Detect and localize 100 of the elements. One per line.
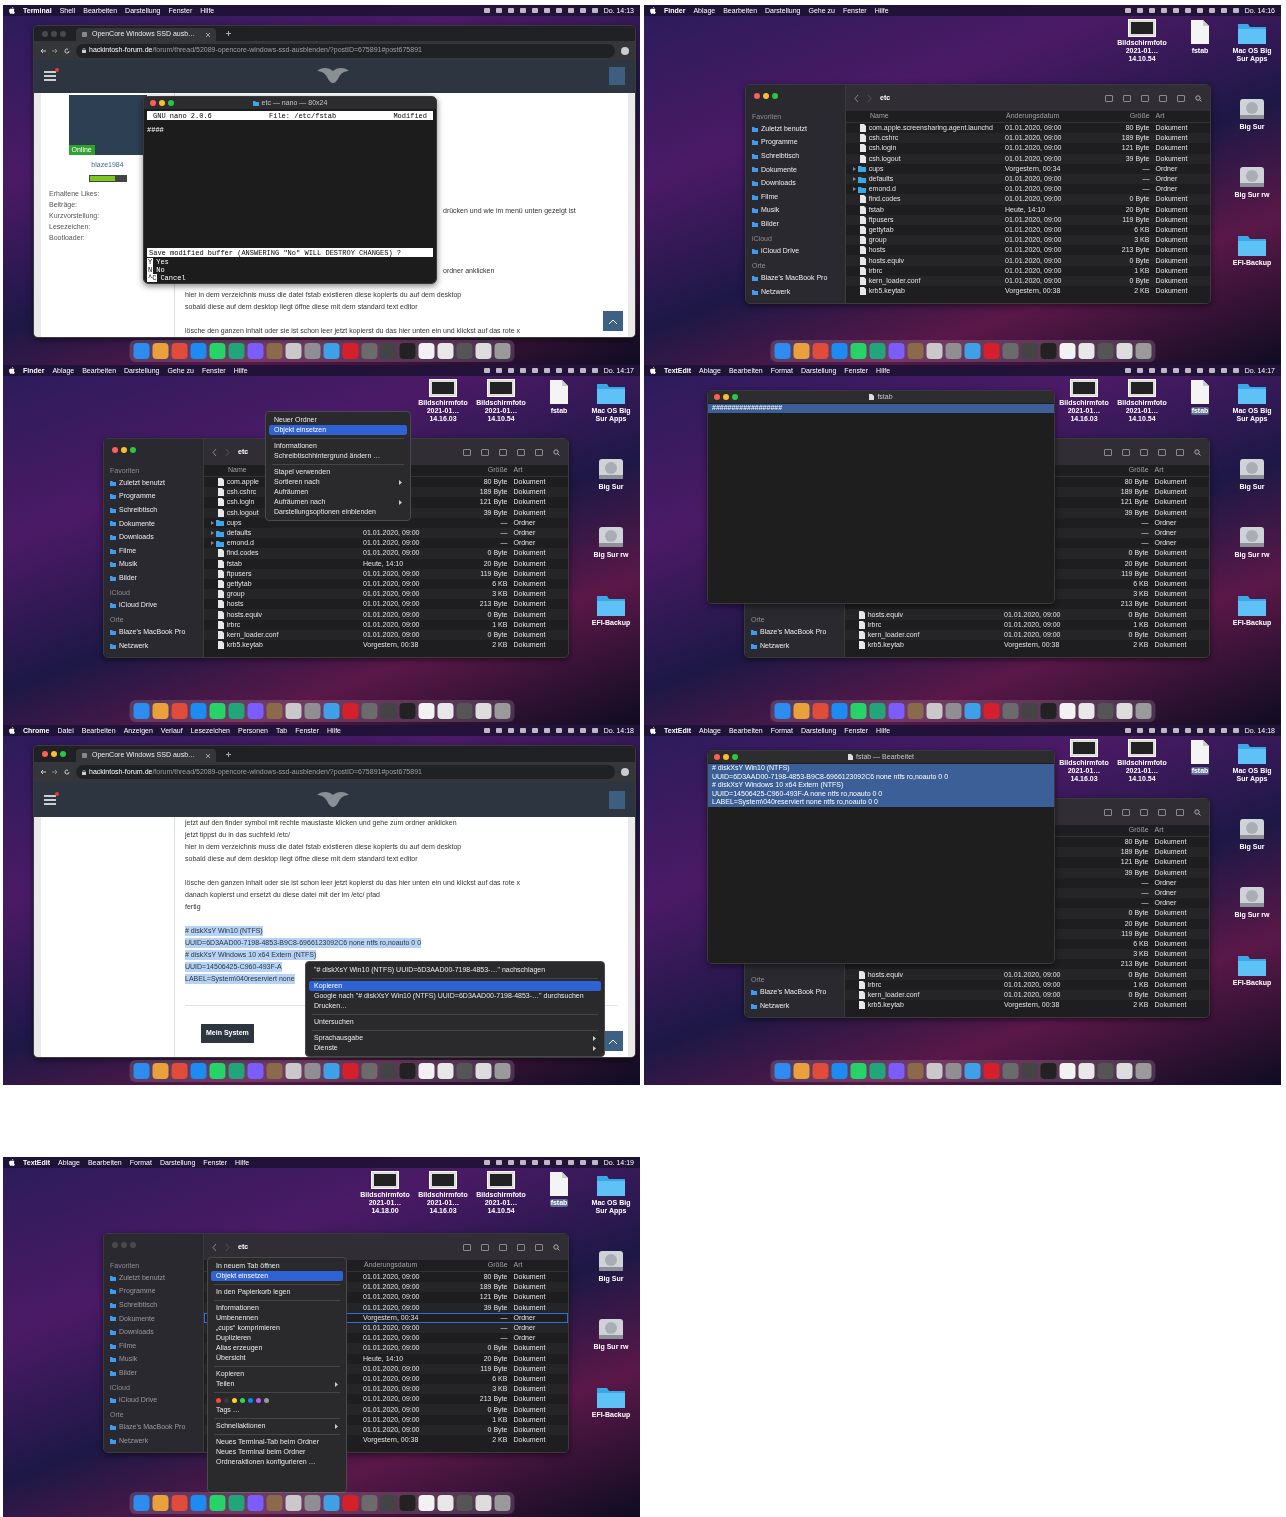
app-icon[interactable] xyxy=(418,1495,434,1511)
app-icon[interactable] xyxy=(1135,343,1151,359)
window-controls[interactable] xyxy=(150,100,174,106)
app-icon[interactable] xyxy=(926,343,942,359)
app-icon[interactable] xyxy=(1059,343,1075,359)
app-icon[interactable] xyxy=(418,703,434,719)
toolbar-icon[interactable] xyxy=(1177,94,1185,102)
window-controls[interactable] xyxy=(112,447,136,453)
search-icon[interactable] xyxy=(1194,448,1201,456)
back-icon[interactable] xyxy=(40,47,46,54)
app-icon[interactable] xyxy=(850,1063,866,1079)
app-icon[interactable] xyxy=(1078,343,1094,359)
app-icon[interactable] xyxy=(323,1063,339,1079)
back-icon[interactable] xyxy=(212,1243,217,1251)
app-icon[interactable] xyxy=(323,343,339,359)
app-icon[interactable] xyxy=(793,343,809,359)
app-icon[interactable] xyxy=(1059,703,1075,719)
app-icon[interactable] xyxy=(285,343,301,359)
back-icon[interactable] xyxy=(40,769,46,775)
app-icon[interactable] xyxy=(152,343,168,359)
toolbar-icon[interactable] xyxy=(1122,808,1130,816)
window-controls[interactable] xyxy=(754,93,778,99)
app-icon[interactable] xyxy=(285,703,301,719)
app-icon[interactable] xyxy=(494,1063,510,1079)
menu-icon[interactable] xyxy=(44,71,56,82)
app-icon[interactable] xyxy=(475,703,491,719)
plus-icon[interactable] xyxy=(226,31,231,37)
toolbar-icon[interactable] xyxy=(1176,448,1184,456)
close-icon[interactable] xyxy=(206,32,210,37)
app-icon[interactable] xyxy=(494,1495,510,1511)
toolbar-icon[interactable] xyxy=(1140,808,1148,816)
search-icon[interactable] xyxy=(553,448,560,456)
search-icon[interactable] xyxy=(553,1243,560,1251)
toolbar-icon[interactable] xyxy=(1140,448,1148,456)
apple-logo-icon[interactable] xyxy=(650,367,656,374)
toolbar-icon[interactable] xyxy=(1105,94,1113,102)
app-icon[interactable] xyxy=(964,703,980,719)
app-icon[interactable] xyxy=(418,1063,434,1079)
app-icon[interactable] xyxy=(494,703,510,719)
app-icon[interactable] xyxy=(285,1495,301,1511)
app-icon[interactable] xyxy=(209,1495,225,1511)
search-icon[interactable] xyxy=(1194,808,1201,816)
disclosure-triangle-icon[interactable] xyxy=(210,520,214,525)
toolbar-icon[interactable] xyxy=(463,1243,471,1251)
window-controls[interactable] xyxy=(714,394,738,400)
app-icon[interactable] xyxy=(323,703,339,719)
app-icon[interactable] xyxy=(209,703,225,719)
app-icon[interactable] xyxy=(323,1495,339,1511)
back-icon[interactable] xyxy=(212,448,217,456)
toolbar-icon[interactable] xyxy=(1123,94,1131,102)
winged-logo-icon[interactable] xyxy=(315,790,350,809)
reload-icon[interactable] xyxy=(64,47,70,54)
apple-logo-icon[interactable] xyxy=(9,727,15,734)
scroll-to-top-button[interactable] xyxy=(603,1031,623,1051)
disclosure-triangle-icon[interactable] xyxy=(852,166,856,171)
toolbar-icon[interactable] xyxy=(481,448,489,456)
back-icon[interactable] xyxy=(854,94,859,102)
app-icon[interactable] xyxy=(209,1063,225,1079)
app-icon[interactable] xyxy=(152,703,168,719)
app-icon[interactable] xyxy=(964,1063,980,1079)
search-icon[interactable] xyxy=(1195,94,1202,102)
app-icon[interactable] xyxy=(152,1495,168,1511)
apple-logo-icon[interactable] xyxy=(9,1159,15,1166)
app-icon[interactable] xyxy=(926,703,942,719)
app-icon[interactable] xyxy=(475,1063,491,1079)
forward-icon[interactable] xyxy=(52,47,58,54)
app-icon[interactable] xyxy=(964,343,980,359)
app-icon[interactable] xyxy=(1116,1063,1132,1079)
profile-icon[interactable] xyxy=(621,768,629,776)
toolbar-icon[interactable] xyxy=(499,1243,507,1251)
apple-logo-icon[interactable] xyxy=(650,727,656,734)
apple-logo-icon[interactable] xyxy=(9,7,15,14)
winged-logo-icon[interactable] xyxy=(315,67,350,86)
app-icon[interactable] xyxy=(494,343,510,359)
toolbar-icon[interactable] xyxy=(499,448,507,456)
app-icon[interactable] xyxy=(437,1495,453,1511)
app-icon[interactable] xyxy=(152,1063,168,1079)
app-icon[interactable] xyxy=(926,1063,942,1079)
plus-icon[interactable] xyxy=(226,751,231,757)
apple-logo-icon[interactable] xyxy=(650,7,656,14)
toolbar-icon[interactable] xyxy=(1104,808,1112,816)
menu-icon[interactable] xyxy=(44,794,56,805)
toolbar-icon[interactable] xyxy=(535,448,543,456)
toolbar-icon[interactable] xyxy=(1141,94,1149,102)
app-icon[interactable] xyxy=(437,343,453,359)
app-icon[interactable] xyxy=(1078,703,1094,719)
app-icon[interactable] xyxy=(1135,703,1151,719)
app-icon[interactable] xyxy=(209,343,225,359)
toolbar-icon[interactable] xyxy=(1158,808,1166,816)
app-icon[interactable] xyxy=(1116,703,1132,719)
toolbar-icon[interactable] xyxy=(1158,448,1166,456)
forward-icon[interactable] xyxy=(52,769,58,775)
app-icon[interactable] xyxy=(437,1063,453,1079)
app-icon[interactable] xyxy=(1059,1063,1075,1079)
app-icon[interactable] xyxy=(1078,1063,1094,1079)
app-icon[interactable] xyxy=(793,703,809,719)
apple-logo-icon[interactable] xyxy=(9,367,15,374)
close-icon[interactable] xyxy=(206,753,210,758)
profile-icon[interactable] xyxy=(621,46,629,55)
toolbar-icon[interactable] xyxy=(1176,808,1184,816)
